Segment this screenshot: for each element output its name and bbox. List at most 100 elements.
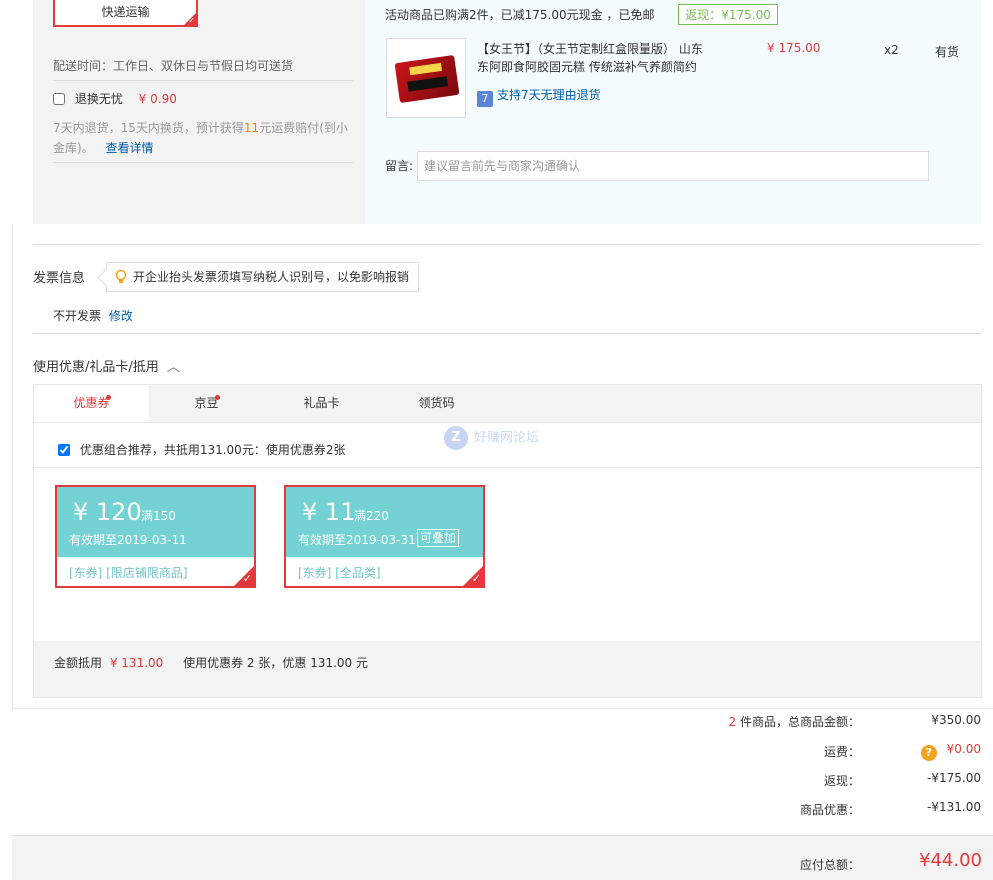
tab-gift-card[interactable]: 礼品卡	[264, 385, 379, 422]
summary-count: 2	[728, 715, 737, 729]
promo-row: 活动商品已购满2件，已减175.00元现金 ，已免邮 返现：¥175.00	[385, 4, 778, 25]
cashback-tag: 返现：¥175.00	[678, 4, 778, 25]
delivery-time: 配送时间：工作日、双休日与节假日均可送货	[53, 59, 294, 73]
divider	[53, 80, 353, 81]
coupon-condition: 满150	[141, 509, 176, 523]
product-title[interactable]: 【女王节】（女王节定制红盒限量版） 山东 东阿即食阿胶固元糕 传统滋补气养颜简约	[477, 40, 722, 76]
tab-jingdou[interactable]: 京豆	[149, 385, 264, 422]
watermark-logo-icon: Z	[444, 426, 468, 450]
divider	[12, 224, 13, 708]
divider	[33, 244, 981, 245]
invoice-title: 发票信息	[33, 271, 86, 286]
divider	[12, 708, 993, 709]
summary-cashback-value: -¥175.00	[927, 771, 981, 785]
seven-day-return: 7 支持7天无理由退货	[477, 86, 601, 107]
coupon-card[interactable]: ¥ 120 满150 有效期至2019-03-11 [东券] [限店铺限商品] …	[55, 485, 256, 588]
watermark: Z 好赚网论坛	[444, 426, 539, 450]
check-icon: ✓	[471, 572, 481, 585]
coupon-panel: 优惠组合推荐，共抵用131.00元：使用优惠券2张 ¥ 120 满150 有效期…	[33, 422, 982, 698]
summary-cashback-label: 返现：	[823, 774, 860, 788]
coupon-header: ¥ 11 满220 有效期至2019-03-31 可叠加	[286, 487, 483, 557]
seven-day-text: 支持7天无理由退货	[497, 88, 601, 102]
shipping-method-label: 快递运输	[101, 5, 150, 19]
product-box-graphic	[394, 55, 460, 103]
return-insurance-row: 退换无忧 ¥ 0.90	[53, 90, 177, 107]
return-desc-text-3: 金库)。	[53, 141, 94, 155]
payable-bar: 应付总额： ¥44.00	[12, 835, 993, 880]
discount-tabs: 优惠券 京豆 礼品卡 领货码	[33, 384, 982, 422]
summary-shipping-row: ? ¥0.00	[890, 742, 981, 761]
summary-shipping-value: ¥0.00	[946, 742, 981, 756]
combo-row: 优惠组合推荐，共抵用131.00元：使用优惠券2张	[58, 441, 345, 458]
combo-checkbox[interactable]	[58, 444, 70, 456]
invoice-value-row: 不开发票 修改	[53, 307, 133, 324]
return-insurance-desc: 7天内退货，15天内换货，预计获得11元运费赔付(到小 金库)。 查看详情	[53, 118, 353, 158]
coupon-header: ¥ 120 满150 有效期至2019-03-11	[57, 487, 254, 557]
coupon-amount: ¥ 120	[73, 498, 142, 526]
invoice-tip-text: 开企业抬头发票须填写纳税人识别号，以免影响报销	[133, 270, 410, 284]
invoice-edit-link[interactable]: 修改	[109, 309, 133, 323]
invoice-tip: 开企业抬头发票须填写纳税人识别号，以免影响报销	[106, 262, 419, 292]
notification-dot	[106, 395, 111, 400]
tab-coupons[interactable]: 优惠券	[34, 385, 149, 422]
coupon-card[interactable]: ¥ 11 满220 有效期至2019-03-31 可叠加 [东券] [全品类] …	[284, 485, 485, 588]
product-price: ¥ 175.00	[767, 41, 821, 55]
summary-count-row: 2 件商品，总商品金额：	[600, 713, 860, 730]
discounts-title-row[interactable]: 使用优惠/礼品卡/抵用 ︿	[33, 356, 180, 375]
tab-label: 优惠券	[73, 396, 110, 410]
return-desc-text-2: 元运费赔付(到小	[259, 121, 348, 135]
coupon-condition: 满220	[354, 509, 389, 523]
footer-label: 金额抵用	[54, 656, 103, 670]
watermark-text: 好赚网论坛	[474, 430, 540, 446]
coupon-tags: [东券] [限店铺限商品]	[69, 566, 188, 580]
summary-shipping-label: 运费：	[823, 745, 860, 759]
product-stock: 有货	[935, 45, 960, 59]
coupon-expiry: 有效期至2019-03-11	[69, 533, 187, 547]
chevron-up-icon: ︿	[166, 360, 180, 375]
product-label-graphic	[407, 76, 449, 92]
divider	[34, 467, 981, 468]
shipping-method-express[interactable]: 快递运输 ✓	[53, 0, 198, 27]
return-desc-amount: 11	[243, 121, 260, 135]
return-desc-text: 7天内退货，15天内换货，预计获得	[53, 121, 244, 135]
details-link[interactable]: 查看详情	[106, 141, 154, 155]
shipping-panel	[33, 0, 365, 224]
bulb-icon	[115, 270, 127, 283]
tab-label: 礼品卡	[303, 396, 340, 410]
combo-text: 优惠组合推荐，共抵用131.00元：使用优惠券2张	[79, 443, 346, 457]
coupon-footer: 金额抵用 ¥ 131.00 使用优惠券 2 张，优惠 131.00 元	[34, 641, 981, 697]
return-insurance-checkbox[interactable]	[53, 93, 65, 105]
summary-discount-label: 商品优惠：	[799, 803, 860, 817]
notification-dot	[215, 395, 220, 400]
coupon-stackable-badge: 可叠加	[417, 529, 460, 547]
invoice-value: 不开发票	[53, 309, 102, 323]
message-input[interactable]: 建议留言前先与商家沟通确认	[417, 151, 929, 181]
return-insurance-price: ¥ 0.90	[138, 92, 177, 106]
summary-discount-value: -¥131.00	[927, 800, 981, 814]
message-label: 留言:	[385, 159, 414, 173]
coupon-tags: [东券] [全品类]	[298, 566, 381, 580]
seven-day-icon: 7	[477, 91, 493, 107]
payable-label: 应付总额：	[799, 858, 860, 872]
product-title-line: 【女王节】（女王节定制红盒限量版） 山东	[477, 42, 703, 56]
product-title-line: 东阿即食阿胶固元糕 传统滋补气养颜简约	[477, 60, 697, 74]
product-label-graphic	[409, 62, 443, 76]
discounts-title: 使用优惠/礼品卡/抵用	[33, 360, 159, 375]
product-quantity: x2	[884, 43, 899, 57]
coupon-footer-text: 金额抵用 ¥ 131.00 使用优惠券 2 张，优惠 131.00 元	[54, 654, 368, 671]
coupon-expiry: 有效期至2019-03-31	[298, 533, 416, 547]
tab-label: 领货码	[418, 396, 455, 410]
check-icon: ✓	[188, 16, 195, 25]
summary-total-goods: ¥350.00	[931, 713, 981, 727]
coupon-amount: ¥ 11	[302, 498, 356, 526]
divider	[53, 162, 353, 163]
check-icon: ✓	[242, 572, 252, 585]
footer-amount: ¥ 131.00	[109, 656, 164, 670]
summary-count-label: 件商品，总商品金额：	[739, 715, 860, 729]
footer-desc: 使用优惠券 2 张，优惠 131.00 元	[183, 656, 368, 670]
payable-value: ¥44.00	[919, 850, 982, 871]
question-icon[interactable]: ?	[920, 745, 937, 761]
return-insurance-label: 退换无忧	[74, 92, 123, 106]
product-image[interactable]	[386, 38, 466, 118]
tab-pickup-code[interactable]: 领货码	[379, 385, 494, 422]
